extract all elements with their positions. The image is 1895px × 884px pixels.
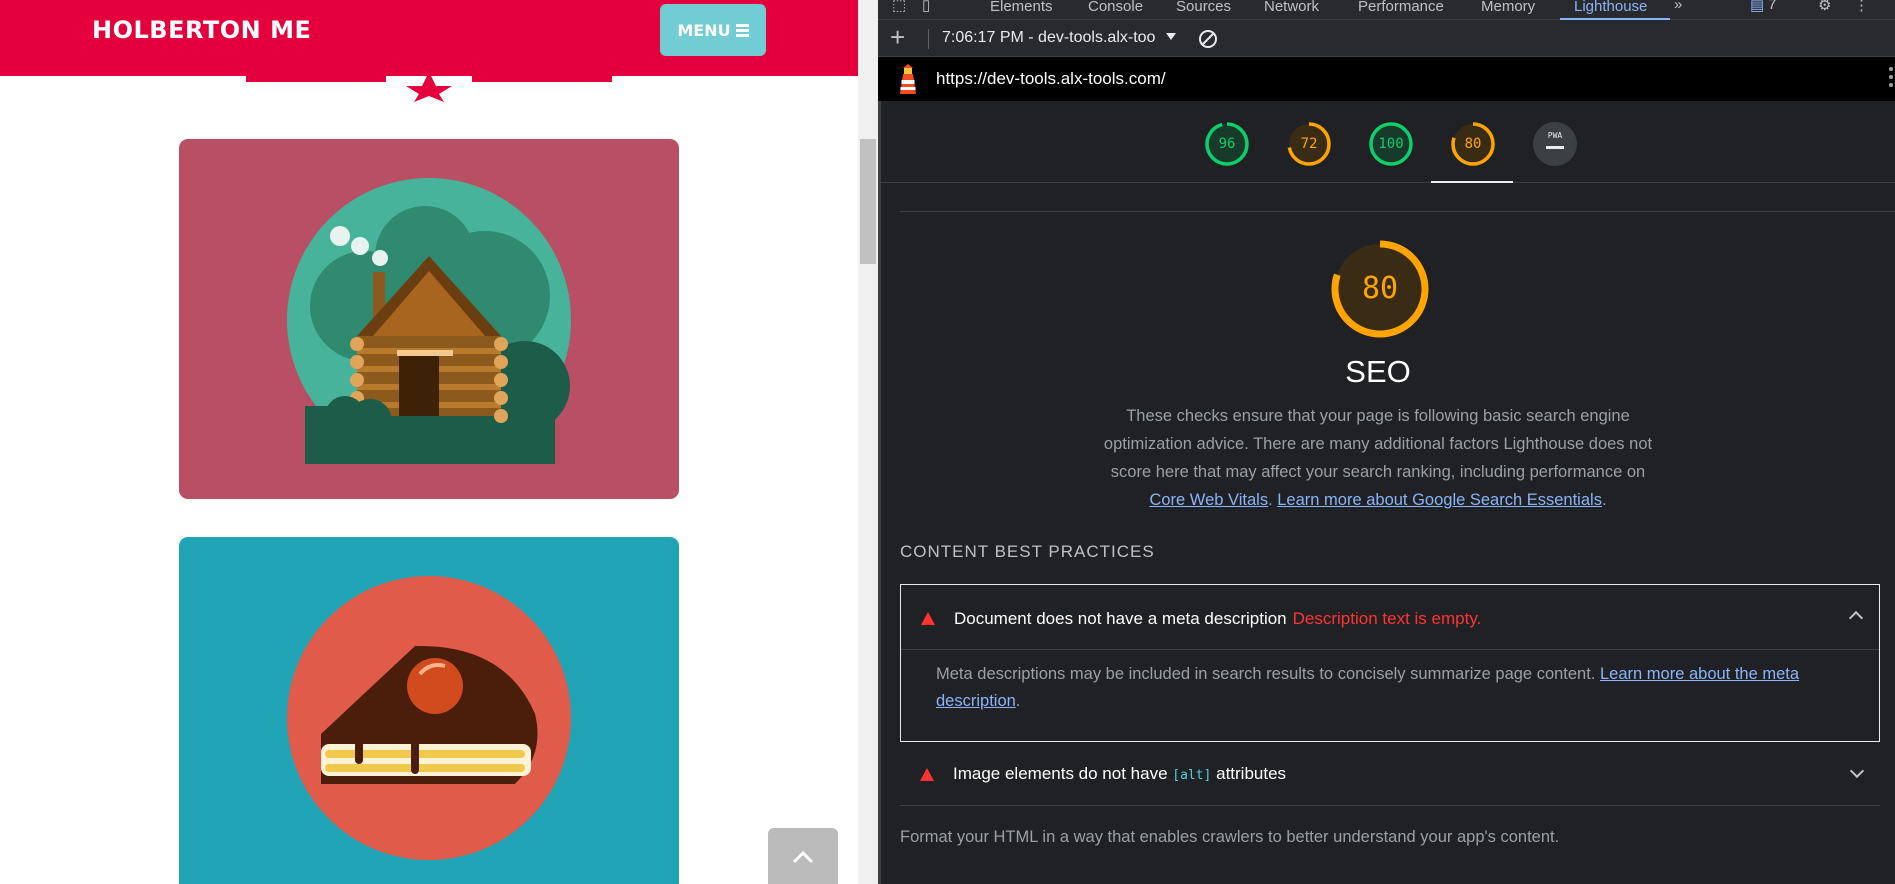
gauge-score: 72: [1300, 136, 1318, 152]
devtools-tabbar: ⬚ ▯ Elements Console Sources Network Per…: [878, 0, 1895, 20]
menu-button[interactable]: MENU: [660, 4, 766, 56]
category-description: These checks ensure that your page is fo…: [1103, 407, 1653, 509]
group-title: CONTENT BEST PRACTICES: [900, 542, 1155, 561]
tab-network[interactable]: Network: [1264, 0, 1319, 15]
audit-image-alt[interactable]: Image elements do not have [alt] attribu…: [900, 742, 1880, 806]
gauge-accessibility[interactable]: 72: [1286, 121, 1332, 167]
cake-slice-illustration: [287, 576, 571, 860]
scroll-to-top-button[interactable]: [768, 828, 838, 884]
gauge-score: 80: [1464, 136, 1482, 152]
plus-icon[interactable]: +: [890, 24, 905, 50]
issues-icon[interactable]: ▤: [1750, 0, 1764, 14]
fail-triangle-icon: [921, 612, 935, 625]
log-cabin-illustration: [287, 178, 571, 464]
gauge-seo[interactable]: 80: [1450, 121, 1496, 167]
more-tabs-icon[interactable]: »: [1674, 0, 1682, 13]
device-toolbar-icon[interactable]: ▯: [922, 0, 930, 14]
chevron-down-icon[interactable]: [1849, 763, 1865, 779]
scrollbar-thumb[interactable]: [860, 139, 876, 264]
core-web-vitals-link[interactable]: Core Web Vitals: [1149, 491, 1268, 509]
gauge-performance[interactable]: 96: [1204, 121, 1250, 167]
web-page: HOLBERTON ME MENU: [0, 0, 858, 884]
devtools-panel: ⬚ ▯ Elements Console Sources Network Per…: [878, 0, 1895, 884]
menu-label: MENU: [677, 20, 731, 40]
card-cake[interactable]: [179, 537, 679, 884]
report-menu-icon[interactable]: [1887, 67, 1895, 87]
lighthouse-toolbar: + 7:06:17 PM - dev-tools.alx-too: [878, 20, 1895, 57]
tab-lighthouse[interactable]: Lighthouse: [1574, 0, 1647, 15]
seo-score-gauge: 80: [1328, 237, 1432, 341]
gauge-score: 96: [1218, 136, 1236, 152]
site-header: HOLBERTON ME MENU: [0, 0, 858, 76]
audit-title: Image elements do not have [alt] attribu…: [953, 764, 1287, 783]
hamburger-icon: [735, 23, 749, 37]
gauge-pwa[interactable]: PWA: [1532, 121, 1578, 167]
site-brand[interactable]: HOLBERTON ME: [92, 16, 311, 44]
star-divider-icon: [246, 72, 612, 102]
report-select[interactable]: 7:06:17 PM - dev-tools.alx-too: [942, 29, 1155, 47]
audit-error: Description text is empty.: [1292, 609, 1482, 628]
gauge-best-practices[interactable]: 100: [1368, 121, 1414, 167]
fail-triangle-icon: [920, 768, 934, 781]
active-gauge-indicator: [1431, 181, 1513, 183]
audit-meta-description[interactable]: Document does not have a meta descriptio…: [900, 584, 1880, 742]
group-description: Format your HTML in a way that enables c…: [900, 828, 1560, 846]
chevron-down-icon[interactable]: [1166, 33, 1176, 40]
tab-sources[interactable]: Sources: [1176, 0, 1231, 15]
issues-count[interactable]: 7: [1768, 0, 1776, 13]
audit-description: Meta descriptions may be included in sea…: [936, 665, 1800, 710]
search-essentials-link[interactable]: Learn more about Google Search Essential…: [1277, 491, 1602, 509]
lighthouse-logo-icon: [900, 64, 916, 94]
alt-code: [alt]: [1172, 768, 1212, 783]
divider: [901, 649, 1879, 650]
page-scrollbar[interactable]: [858, 0, 878, 884]
toolbar-divider: [928, 29, 929, 49]
tab-elements[interactable]: Elements: [990, 0, 1053, 15]
clear-icon[interactable]: [1198, 29, 1218, 49]
more-options-icon[interactable]: ⋮: [1854, 0, 1869, 14]
inspect-element-icon[interactable]: ⬚: [892, 0, 906, 14]
report-url[interactable]: https://dev-tools.alx-tools.com/: [936, 69, 1166, 89]
pwa-label: PWA: [1547, 131, 1563, 140]
audit-title: Document does not have a meta descriptio…: [954, 609, 1482, 628]
tab-performance[interactable]: Performance: [1358, 0, 1444, 15]
gauge-score: 100: [1378, 136, 1404, 152]
tab-console[interactable]: Console: [1088, 0, 1143, 15]
score-gauges: 96 72 100 80 PWA: [878, 101, 1895, 183]
tab-memory[interactable]: Memory: [1481, 0, 1535, 15]
category-title: SEO: [1345, 354, 1411, 389]
chevron-up-icon: [792, 850, 814, 864]
seo-score: 80: [1361, 271, 1399, 306]
seo-category: 80 SEO These checks ensure that your pag…: [878, 184, 1895, 884]
report-url-bar: https://dev-tools.alx-tools.com/: [878, 57, 1895, 101]
settings-gear-icon[interactable]: ⚙: [1818, 0, 1831, 14]
card-cabin[interactable]: [179, 139, 679, 499]
divider: [900, 211, 1895, 212]
chevron-up-icon[interactable]: [1848, 610, 1864, 626]
